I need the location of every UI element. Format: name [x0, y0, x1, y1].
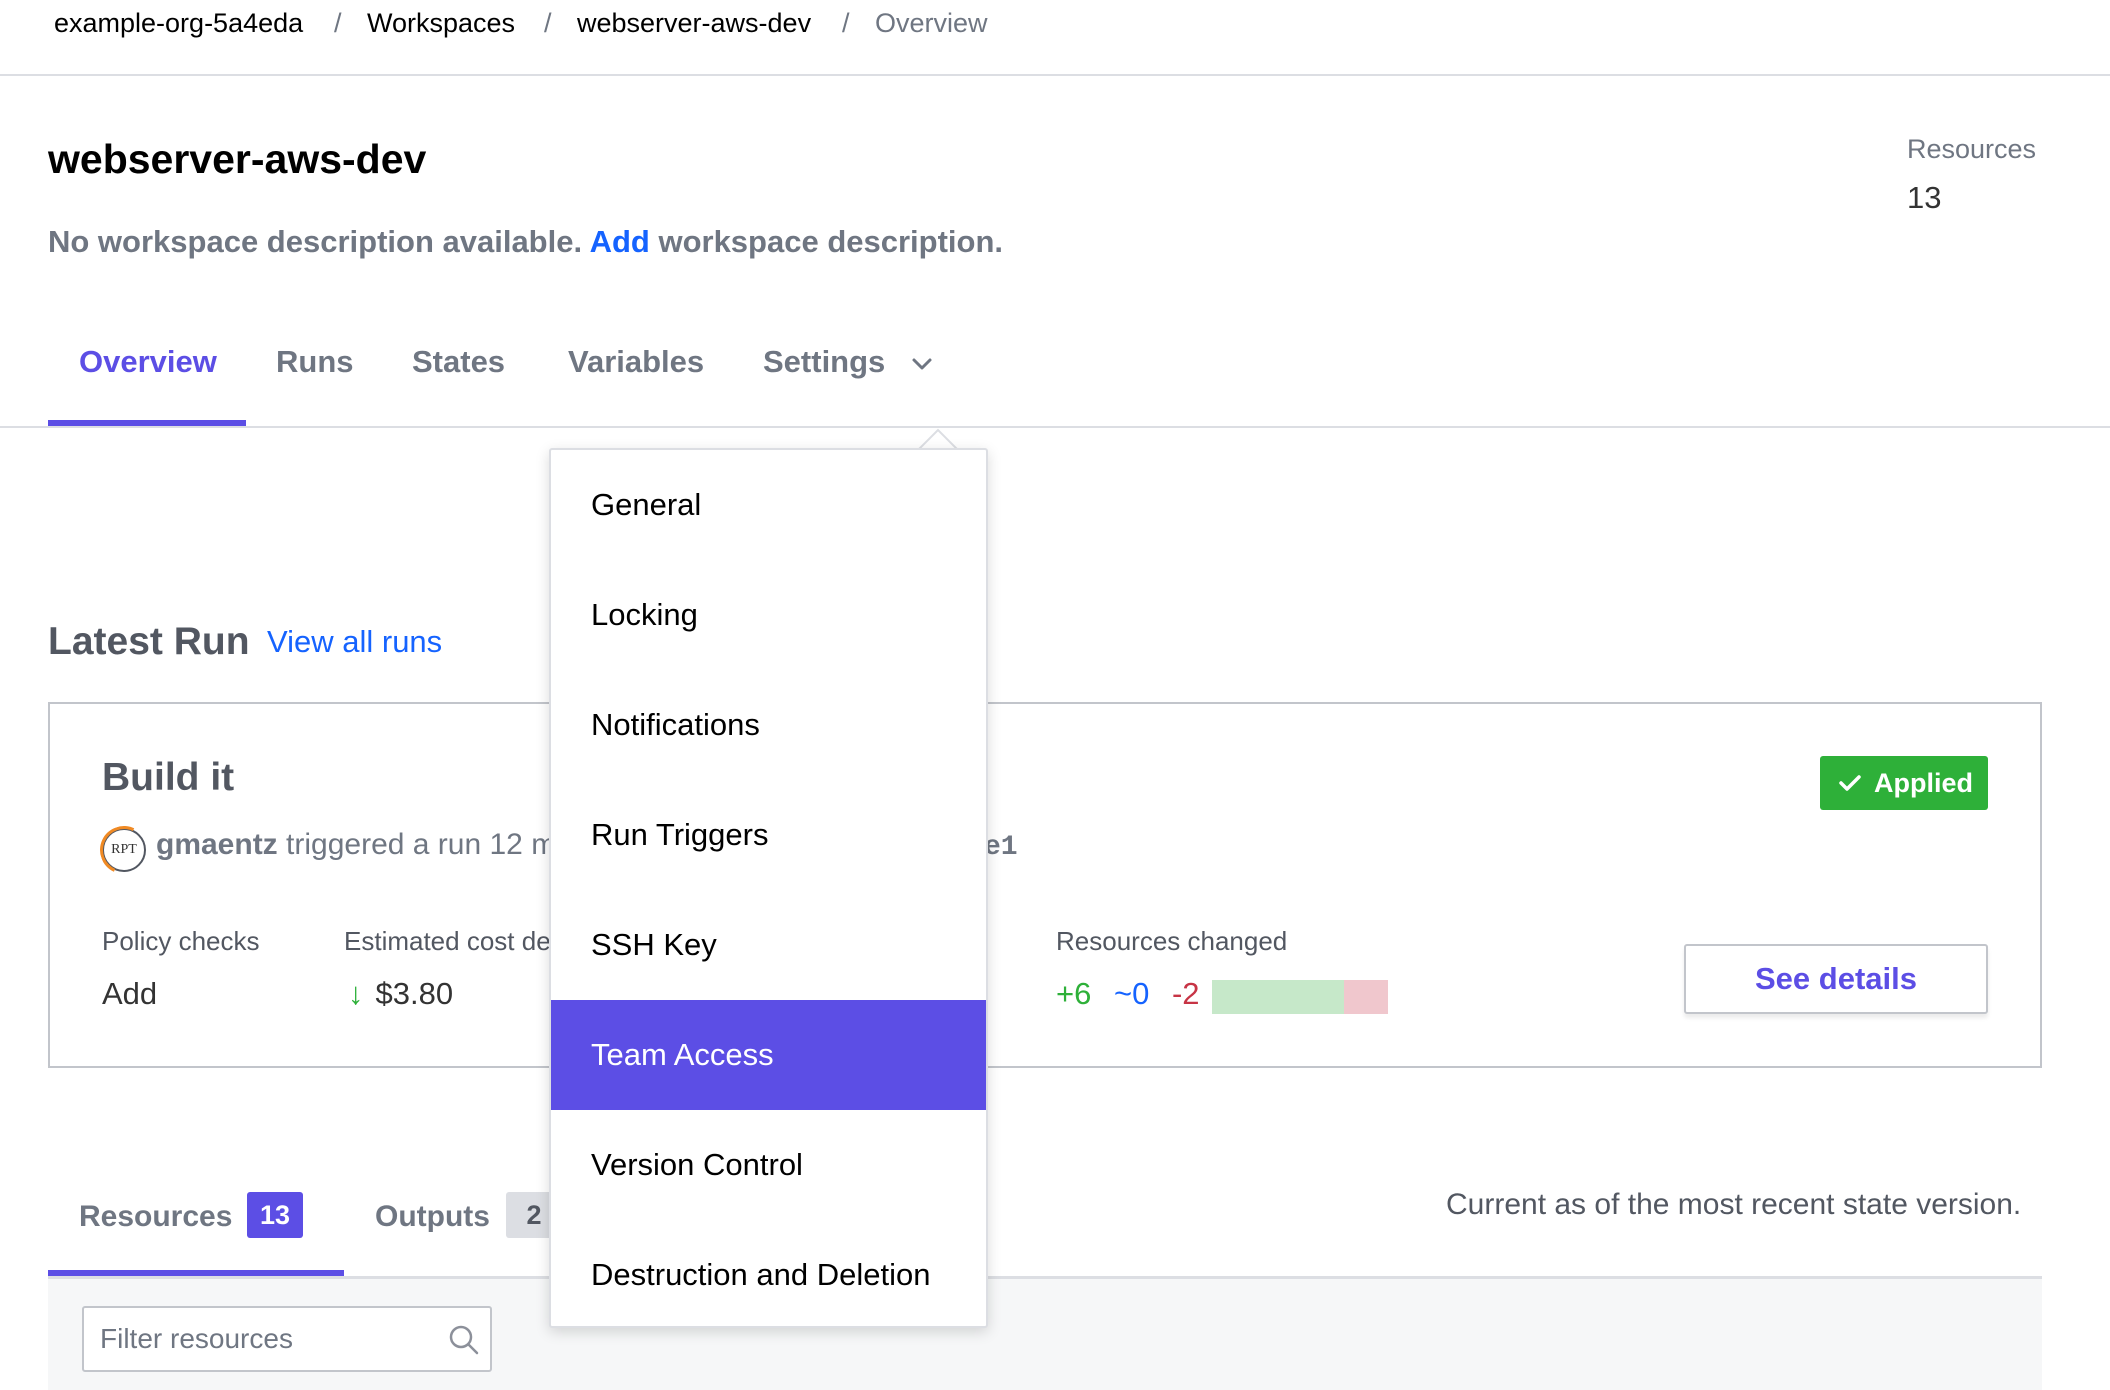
changes-bar-add	[1212, 980, 1344, 1014]
tabs-divider	[0, 426, 2110, 428]
estimated-cost-label: Estimated cost de	[344, 926, 551, 956]
run-name[interactable]: Build it	[102, 756, 234, 800]
changed-add: +6	[1056, 976, 1092, 1011]
tab-overview[interactable]: Overview	[79, 344, 217, 380]
tab-resources[interactable]: Resources	[79, 1200, 232, 1234]
tab-runs[interactable]: Runs	[276, 344, 354, 380]
check-icon	[1839, 775, 1861, 791]
run-user[interactable]: gmaentz	[156, 828, 278, 861]
changed-destroy: -2	[1171, 976, 1200, 1011]
estimated-cost-value: ↓ $3.80	[348, 976, 453, 1012]
breadcrumb: example-org-5a4eda / Workspaces / webser…	[0, 0, 2110, 76]
policy-checks-label: Policy checks	[102, 926, 260, 956]
resources-count-badge: 13	[247, 1192, 303, 1238]
tab-states[interactable]: States	[412, 344, 505, 380]
filter-resources-input[interactable]	[82, 1306, 492, 1372]
see-details-button[interactable]: See details	[1684, 944, 1988, 1014]
page-title: webserver-aws-dev	[48, 136, 427, 182]
settings-dropdown-menu: General Locking Notifications Run Trigge…	[549, 448, 988, 1328]
status-badge: Applied	[1820, 756, 1988, 810]
menu-item-team-access[interactable]: Team Access	[551, 1000, 986, 1110]
menu-item-run-triggers[interactable]: Run Triggers	[551, 780, 986, 890]
menu-item-ssh-key[interactable]: SSH Key	[551, 890, 986, 1000]
menu-item-version-control[interactable]: Version Control	[551, 1110, 986, 1220]
menu-item-locking[interactable]: Locking	[551, 560, 986, 670]
workspace-description: No workspace description available. Add …	[48, 224, 1003, 260]
avatar-text: RPT	[111, 842, 137, 857]
tab-outputs[interactable]: Outputs	[375, 1200, 490, 1234]
view-all-runs-link[interactable]: View all runs	[267, 624, 442, 660]
chevron-down-icon[interactable]	[910, 352, 934, 376]
run-trigger-text: gmaentz triggered a run 12 m	[156, 828, 556, 862]
resources-changed-values: +6 ~0 -2	[1056, 976, 1200, 1012]
tab-variables[interactable]: Variables	[568, 344, 704, 380]
cost-amount: $3.80	[375, 976, 454, 1011]
latest-run-heading: Latest Run	[48, 620, 250, 663]
resources-label: Resources	[1907, 134, 2037, 164]
changes-bar-destroy	[1344, 980, 1388, 1014]
changed-modify: ~0	[1113, 976, 1150, 1011]
breadcrumb-separator: /	[842, 8, 850, 38]
menu-item-destruction-and-deletion[interactable]: Destruction and Deletion	[551, 1220, 986, 1330]
state-version-note: Current as of the most recent state vers…	[1446, 1188, 2022, 1221]
run-trigger-detail: triggered a run 12 m	[286, 828, 557, 861]
run-commit-fragment: e1	[984, 832, 1018, 863]
add-description-link[interactable]: Add	[590, 224, 650, 259]
status-label: Applied	[1874, 767, 1973, 798]
breadcrumb-separator: /	[544, 8, 552, 38]
breadcrumb-org[interactable]: example-org-5a4eda	[54, 8, 303, 39]
tab-settings[interactable]: Settings	[763, 344, 885, 380]
menu-item-notifications[interactable]: Notifications	[551, 670, 986, 780]
breadcrumb-workspaces[interactable]: Workspaces	[367, 8, 515, 39]
search-icon	[449, 1325, 479, 1355]
description-prefix: No workspace description available.	[48, 224, 583, 259]
avatar: RPT	[102, 828, 146, 872]
description-suffix: workspace description.	[658, 224, 1004, 259]
resources-changed-label: Resources changed	[1056, 926, 1288, 956]
breadcrumb-current: Overview	[875, 8, 988, 38]
policy-checks-add[interactable]: Add	[102, 976, 157, 1012]
resources-count: 13	[1907, 180, 1942, 215]
menu-item-general[interactable]: General	[551, 450, 986, 560]
arrow-down-icon: ↓	[348, 976, 364, 1011]
breadcrumb-workspace[interactable]: webserver-aws-dev	[577, 8, 811, 39]
breadcrumb-separator: /	[334, 8, 342, 38]
